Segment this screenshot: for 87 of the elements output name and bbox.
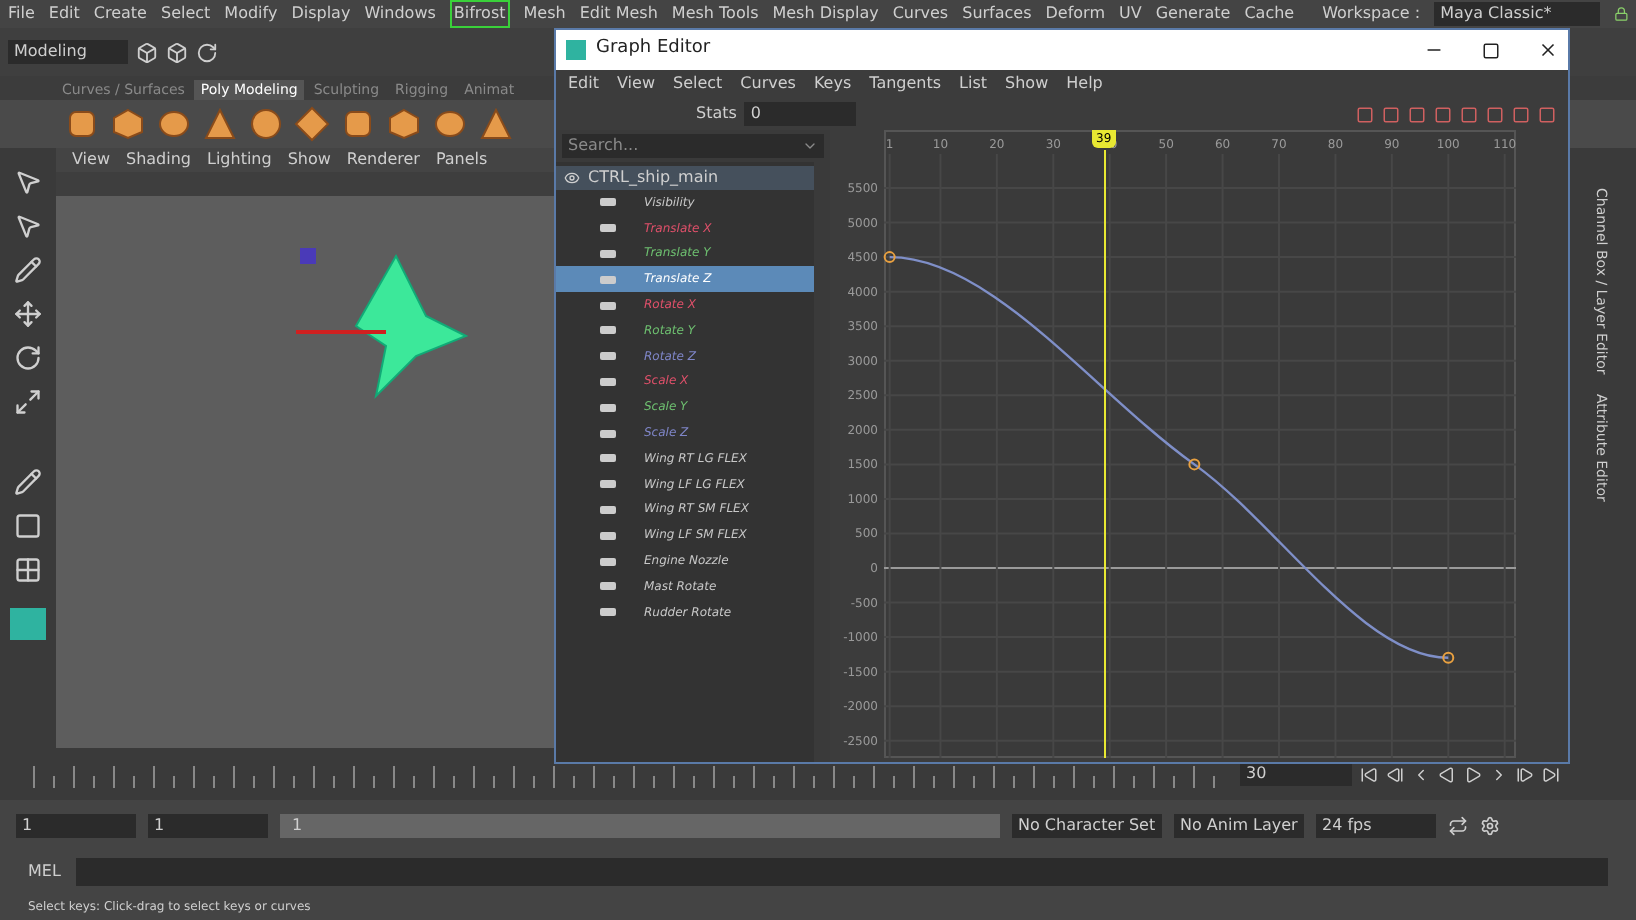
playback-button-icon[interactable] bbox=[1386, 765, 1404, 783]
menu-item[interactable]: Deform bbox=[1045, 2, 1105, 26]
shelf-tool-icon[interactable] bbox=[478, 106, 514, 142]
anim-layer-dropdown[interactable]: No Anim Layer bbox=[1174, 814, 1304, 838]
menu-item[interactable]: Select bbox=[160, 2, 211, 26]
loop-icon[interactable] bbox=[1448, 816, 1468, 836]
shelf-tool-icon[interactable] bbox=[294, 106, 330, 142]
shelf-tool-icon[interactable] bbox=[386, 106, 422, 142]
viewport-menu-item[interactable]: View bbox=[72, 148, 110, 172]
viewport-menu-item[interactable]: Panels bbox=[435, 148, 488, 172]
menu-item[interactable]: Cache bbox=[1244, 2, 1295, 26]
keyframe-point[interactable] bbox=[1442, 651, 1455, 664]
shelf-tool-icon[interactable] bbox=[340, 106, 376, 142]
menu-item[interactable]: Display bbox=[291, 2, 351, 26]
viewport-menu-item[interactable]: Show bbox=[287, 148, 331, 172]
command-input-field[interactable] bbox=[76, 858, 1608, 886]
stats-field[interactable]: 0 bbox=[744, 102, 857, 126]
scale-tool-icon[interactable] bbox=[14, 388, 42, 416]
paint-tool-icon[interactable] bbox=[14, 256, 42, 284]
current-time-line[interactable] bbox=[1104, 150, 1107, 758]
lock-icon[interactable] bbox=[1613, 4, 1628, 24]
menu-item[interactable]: UV bbox=[1119, 2, 1142, 26]
shelf-tool-icon[interactable] bbox=[248, 106, 284, 142]
maya-logo bbox=[10, 608, 46, 640]
menu-item[interactable]: Surfaces bbox=[962, 2, 1032, 26]
move-tool-icon[interactable] bbox=[14, 300, 42, 328]
menu-item[interactable]: Mesh Tools bbox=[671, 2, 759, 26]
menu-item[interactable]: Generate bbox=[1155, 2, 1231, 26]
layout-icon[interactable] bbox=[14, 512, 42, 540]
dropdown-caret-icon[interactable] bbox=[802, 138, 818, 154]
range-start-field[interactable]: 1 bbox=[148, 814, 268, 838]
character-set-dropdown[interactable]: No Character Set bbox=[1012, 814, 1162, 838]
rotate-tool-icon[interactable] bbox=[14, 344, 42, 372]
mode-dropdown[interactable]: Modeling bbox=[8, 40, 128, 64]
menu-item[interactable]: Curves bbox=[892, 2, 949, 26]
shelf-tool-icon[interactable] bbox=[432, 106, 468, 142]
menu-item[interactable]: File bbox=[8, 2, 35, 26]
close-icon[interactable] bbox=[1538, 40, 1558, 60]
viewport-menu-item[interactable]: Renderer bbox=[346, 148, 420, 172]
workspace-dropdown[interactable]: Maya Classic* bbox=[1434, 2, 1600, 26]
playback-button-icon[interactable] bbox=[1360, 765, 1378, 783]
outliner-root-item[interactable]: CTRL_ship_main bbox=[556, 166, 814, 190]
menu-item[interactable]: Mesh Display bbox=[772, 2, 879, 26]
graph-menu-item[interactable]: Tangents bbox=[869, 72, 942, 96]
command-language-label[interactable]: MEL bbox=[28, 860, 61, 884]
playback-button-icon[interactable] bbox=[1542, 765, 1560, 783]
range-slider[interactable]: 1 bbox=[280, 814, 1000, 838]
keyframe-point[interactable] bbox=[1188, 458, 1201, 471]
workspace-label: Workspace : bbox=[1322, 2, 1421, 26]
current-frame-field[interactable]: 30 bbox=[1240, 762, 1352, 786]
shelf-tool-icon[interactable] bbox=[110, 106, 146, 142]
graph-menu-item[interactable]: Edit bbox=[568, 72, 599, 96]
menu-item[interactable]: Modify bbox=[224, 2, 278, 26]
playback-button-icon[interactable] bbox=[1516, 765, 1534, 783]
menu-item[interactable]: Windows bbox=[364, 2, 436, 26]
shelf-tool-icon[interactable] bbox=[64, 106, 100, 142]
menu-item[interactable]: Create bbox=[93, 2, 147, 26]
graph-menu-item[interactable]: List bbox=[959, 72, 988, 96]
fps-dropdown[interactable]: 24 fps bbox=[1316, 814, 1436, 838]
eye-icon bbox=[564, 170, 580, 186]
menu-item[interactable]: Edit bbox=[48, 2, 80, 26]
shelf-tool-icon[interactable] bbox=[202, 106, 238, 142]
viewport-menu-item[interactable]: Shading bbox=[125, 148, 191, 172]
graph-menu-item[interactable]: Keys bbox=[813, 72, 852, 96]
brush-tool-icon[interactable] bbox=[14, 468, 42, 496]
grid-layout-icon[interactable] bbox=[14, 556, 42, 584]
graph-menu-item[interactable]: Show bbox=[1005, 72, 1049, 96]
window-title: Graph Editor bbox=[596, 36, 713, 63]
undo-icon[interactable] bbox=[196, 41, 218, 63]
settings-icon[interactable] bbox=[1480, 816, 1500, 836]
menu-item[interactable]: Edit Mesh bbox=[579, 2, 658, 26]
menu-item[interactable]: Mesh bbox=[523, 2, 566, 26]
maximize-icon[interactable] bbox=[1482, 41, 1500, 59]
maya-logo bbox=[566, 40, 586, 60]
graph-menu-item[interactable]: View bbox=[617, 72, 655, 96]
viewport-menu-item[interactable]: Lighting bbox=[206, 148, 272, 172]
stats-label: Stats bbox=[696, 102, 737, 126]
graph-menu-item[interactable]: Curves bbox=[740, 72, 796, 96]
search-field[interactable]: Search... bbox=[562, 134, 824, 158]
select-tool-icon[interactable] bbox=[14, 168, 42, 196]
lasso-tool-icon[interactable] bbox=[14, 212, 42, 240]
menu-item[interactable]: Bifrost bbox=[449, 0, 510, 28]
start-frame-field[interactable]: 1 bbox=[16, 814, 136, 838]
graph-menu-item[interactable]: Help bbox=[1066, 72, 1103, 96]
graph-menu-item[interactable]: Select bbox=[672, 72, 723, 96]
keyframe-point[interactable] bbox=[883, 251, 896, 264]
shelf-tool-icon[interactable] bbox=[156, 106, 192, 142]
